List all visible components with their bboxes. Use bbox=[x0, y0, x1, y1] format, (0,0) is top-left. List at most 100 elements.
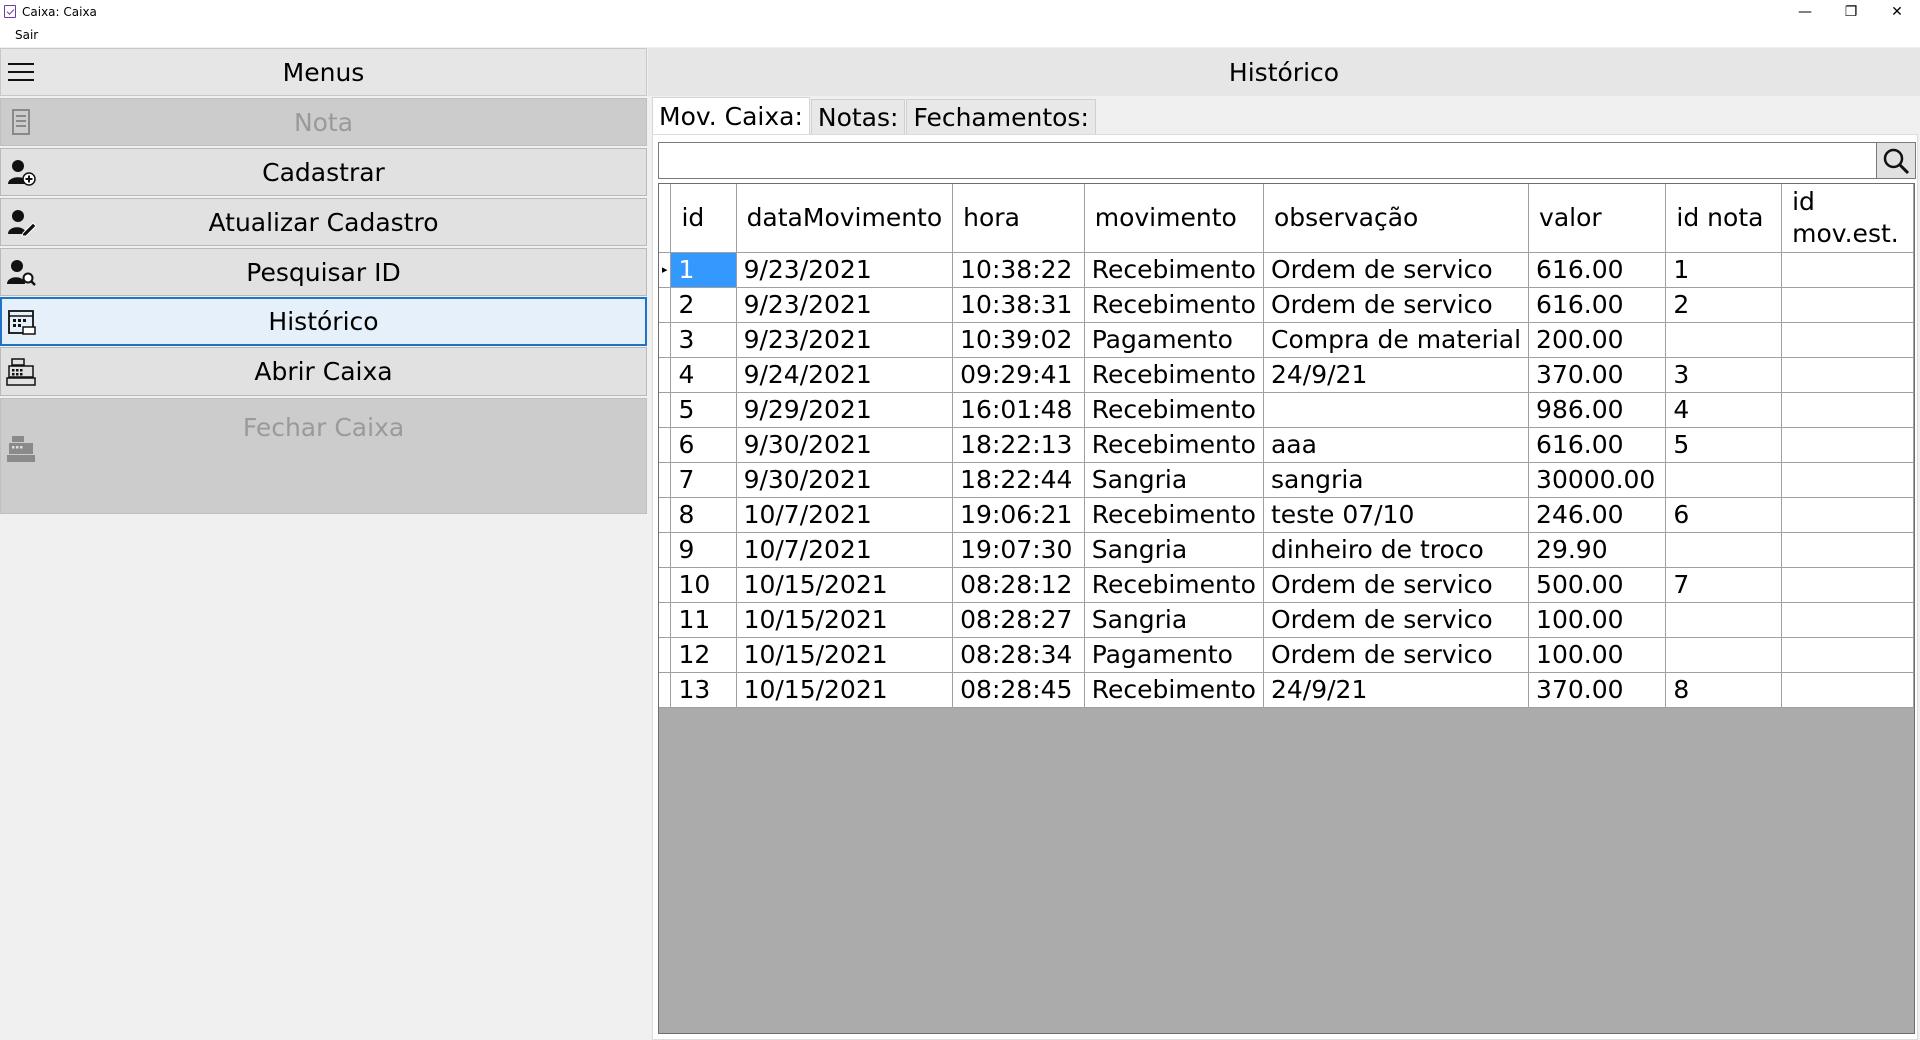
cell-datamovimento[interactable]: 9/24/2021 bbox=[736, 357, 954, 393]
cell-observacao[interactable]: Ordem de servico bbox=[1263, 637, 1530, 673]
row-header-cell[interactable] bbox=[659, 322, 672, 358]
minimize-button[interactable]: — bbox=[1782, 0, 1828, 23]
corner-header-cell[interactable] bbox=[659, 184, 672, 253]
cell-valor[interactable]: 370.00 bbox=[1528, 672, 1667, 708]
cell-observacao[interactable]: Ordem de servico bbox=[1263, 567, 1530, 603]
cell-movimento[interactable]: Recebimento bbox=[1084, 252, 1264, 288]
cell-id[interactable]: 7 bbox=[670, 462, 737, 498]
table-row[interactable]: 8 10/7/2021 19:06:21 Recebimento teste 07/10… bbox=[659, 497, 1914, 533]
cell-movimento[interactable]: Recebimento bbox=[1084, 672, 1264, 708]
fechar-caixa-button[interactable]: Fechar Caixa bbox=[0, 398, 647, 514]
cell-observacao[interactable] bbox=[1263, 392, 1530, 428]
cell-id[interactable]: 2 bbox=[670, 287, 737, 323]
cell-id-mov-est[interactable] bbox=[1781, 287, 1914, 323]
cell-movimento[interactable]: Recebimento bbox=[1084, 392, 1264, 428]
cell-id-nota[interactable] bbox=[1665, 602, 1783, 638]
cell-valor[interactable]: 29.90 bbox=[1528, 532, 1667, 568]
cell-hora[interactable]: 19:07:30 bbox=[952, 532, 1085, 568]
cell-hora[interactable]: 08:28:27 bbox=[952, 602, 1085, 638]
tab-mov-caixa[interactable]: Mov. Caixa: bbox=[652, 97, 810, 134]
cell-id-mov-est[interactable] bbox=[1781, 672, 1914, 708]
row-header-cell[interactable] bbox=[659, 427, 672, 463]
cell-id-mov-est[interactable] bbox=[1781, 497, 1914, 533]
cadastrar-button[interactable]: Cadastrar bbox=[0, 148, 647, 196]
cell-id-nota[interactable]: 4 bbox=[1665, 392, 1783, 428]
hamburger-menu-icon[interactable] bbox=[8, 63, 34, 83]
cell-valor[interactable]: 200.00 bbox=[1528, 322, 1667, 358]
cell-datamovimento[interactable]: 10/15/2021 bbox=[736, 602, 954, 638]
cell-id-mov-est[interactable] bbox=[1781, 322, 1914, 358]
menu-sair[interactable]: Sair bbox=[0, 28, 48, 42]
row-header-cell[interactable] bbox=[659, 567, 672, 603]
cell-id-mov-est[interactable] bbox=[1781, 637, 1914, 673]
cell-id-nota[interactable] bbox=[1665, 322, 1783, 358]
column-header-datamovimento[interactable]: dataMovimento bbox=[736, 184, 954, 253]
row-header-cell[interactable] bbox=[659, 602, 672, 638]
table-row[interactable]: 5 9/29/2021 16:01:48 Recebimento 986.00 4 bbox=[659, 392, 1914, 428]
cell-hora[interactable]: 18:22:13 bbox=[952, 427, 1085, 463]
table-row[interactable]: 4 9/24/2021 09:29:41 Recebimento 24/9/21 370.… bbox=[659, 357, 1914, 393]
cell-id[interactable]: 12 bbox=[670, 637, 737, 673]
cell-id-nota[interactable] bbox=[1665, 532, 1783, 568]
cell-valor[interactable]: 246.00 bbox=[1528, 497, 1667, 533]
cell-id-mov-est[interactable] bbox=[1781, 462, 1914, 498]
table-row[interactable]: 6 9/30/2021 18:22:13 Recebimento aaa 616.00 5 bbox=[659, 427, 1914, 463]
cell-id[interactable]: 9 bbox=[670, 532, 737, 568]
cell-datamovimento[interactable]: 9/30/2021 bbox=[736, 427, 954, 463]
cell-id[interactable]: 8 bbox=[670, 497, 737, 533]
row-header-cell[interactable] bbox=[659, 532, 672, 568]
cell-valor[interactable]: 500.00 bbox=[1528, 567, 1667, 603]
cell-observacao[interactable]: 24/9/21 bbox=[1263, 357, 1530, 393]
cell-datamovimento[interactable]: 9/29/2021 bbox=[736, 392, 954, 428]
table-row[interactable]: 13 10/15/2021 08:28:45 Recebimento 24/9/21 37… bbox=[659, 672, 1914, 708]
cell-id-nota[interactable]: 2 bbox=[1665, 287, 1783, 323]
nota-button[interactable]: Nota bbox=[0, 98, 647, 146]
cell-datamovimento[interactable]: 10/7/2021 bbox=[736, 532, 954, 568]
cell-id-mov-est[interactable] bbox=[1781, 357, 1914, 393]
column-header-valor[interactable]: valor bbox=[1528, 184, 1667, 253]
cell-datamovimento[interactable]: 9/30/2021 bbox=[736, 462, 954, 498]
cell-id-nota[interactable] bbox=[1665, 637, 1783, 673]
table-row[interactable]: ▸ 1 9/23/2021 10:38:22 Recebimento Ordem de s… bbox=[659, 252, 1914, 288]
cell-id[interactable]: 1 bbox=[670, 252, 737, 288]
cell-movimento[interactable]: Sangria bbox=[1084, 602, 1264, 638]
restore-button[interactable]: ❐ bbox=[1828, 0, 1874, 23]
cell-id[interactable]: 13 bbox=[670, 672, 737, 708]
cell-valor[interactable]: 986.00 bbox=[1528, 392, 1667, 428]
row-header-cell[interactable]: ▸ bbox=[659, 252, 672, 288]
cell-hora[interactable]: 18:22:44 bbox=[952, 462, 1085, 498]
cell-valor[interactable]: 616.00 bbox=[1528, 287, 1667, 323]
table-row[interactable]: 11 10/15/2021 08:28:27 Sangria Ordem de serv… bbox=[659, 602, 1914, 638]
cell-hora[interactable]: 10:38:31 bbox=[952, 287, 1085, 323]
cell-id[interactable]: 6 bbox=[670, 427, 737, 463]
column-header-hora[interactable]: hora bbox=[952, 184, 1085, 253]
cell-id-nota[interactable]: 8 bbox=[1665, 672, 1783, 708]
cell-hora[interactable]: 10:39:02 bbox=[952, 322, 1085, 358]
cell-datamovimento[interactable]: 9/23/2021 bbox=[736, 252, 954, 288]
cell-id[interactable]: 3 bbox=[670, 322, 737, 358]
cell-datamovimento[interactable]: 9/23/2021 bbox=[736, 322, 954, 358]
cell-movimento[interactable]: Sangria bbox=[1084, 532, 1264, 568]
cell-movimento[interactable]: Recebimento bbox=[1084, 427, 1264, 463]
cell-id-mov-est[interactable] bbox=[1781, 532, 1914, 568]
cell-observacao[interactable]: Compra de material bbox=[1263, 322, 1530, 358]
table-row[interactable]: 12 10/15/2021 08:28:34 Pagamento Ordem de se… bbox=[659, 637, 1914, 673]
cell-observacao[interactable]: Ordem de servico bbox=[1263, 287, 1530, 323]
cell-hora[interactable]: 08:28:45 bbox=[952, 672, 1085, 708]
cell-id-nota[interactable]: 7 bbox=[1665, 567, 1783, 603]
row-header-cell[interactable] bbox=[659, 357, 672, 393]
cell-movimento[interactable]: Recebimento bbox=[1084, 357, 1264, 393]
cell-hora[interactable]: 19:06:21 bbox=[952, 497, 1085, 533]
cell-observacao[interactable]: Ordem de servico bbox=[1263, 602, 1530, 638]
cell-observacao[interactable]: sangria bbox=[1263, 462, 1530, 498]
row-header-cell[interactable] bbox=[659, 462, 672, 498]
cell-valor[interactable]: 370.00 bbox=[1528, 357, 1667, 393]
tab-notas[interactable]: Notas: bbox=[810, 99, 906, 134]
cell-id[interactable]: 4 bbox=[670, 357, 737, 393]
cell-movimento[interactable]: Recebimento bbox=[1084, 287, 1264, 323]
cell-id-mov-est[interactable] bbox=[1781, 252, 1914, 288]
cell-hora[interactable]: 16:01:48 bbox=[952, 392, 1085, 428]
column-header-observacao[interactable]: observação bbox=[1263, 184, 1530, 253]
cell-observacao[interactable]: teste 07/10 bbox=[1263, 497, 1530, 533]
cell-id[interactable]: 11 bbox=[670, 602, 737, 638]
